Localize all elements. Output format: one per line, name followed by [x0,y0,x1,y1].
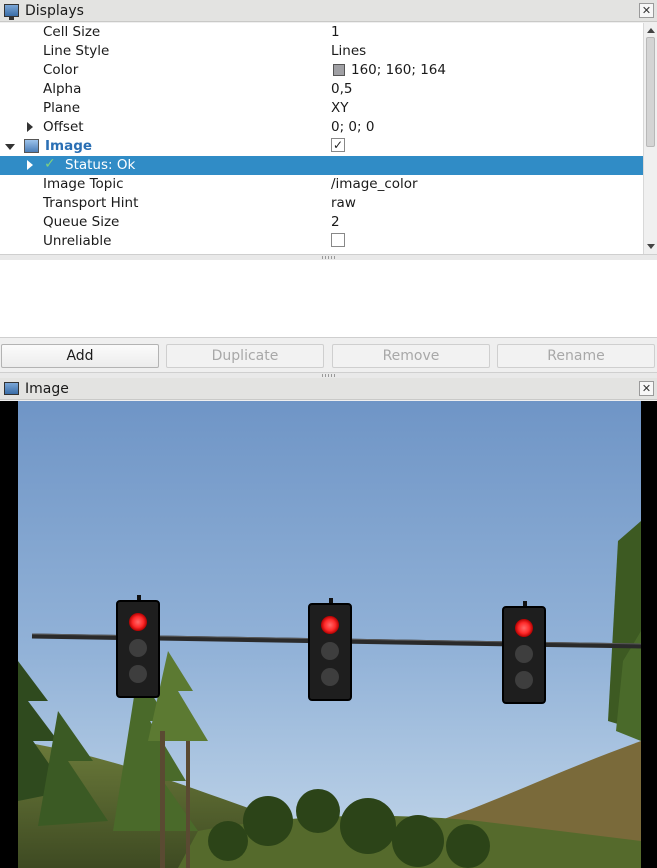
property-row-cell-size[interactable]: Cell Size 1 [0,23,643,42]
traffic-light [502,601,546,704]
scroll-up-icon[interactable] [647,28,655,33]
image-view[interactable] [0,401,657,868]
property-label: Offset [43,119,84,135]
property-label: Unreliable [43,233,112,249]
enabled-checkbox[interactable]: ✓ [331,138,345,152]
property-row-color[interactable]: Color 160; 160; 164 [0,61,643,80]
property-label: Color [43,62,79,78]
image-panel-header: Image ✕ [0,378,657,400]
close-icon[interactable]: ✕ [639,381,654,396]
status-label: Status: Ok [65,157,136,173]
grip-icon [322,374,336,377]
add-button[interactable]: Add [1,344,159,368]
remove-button[interactable]: Remove [332,344,490,368]
color-value-text: 160; 160; 164 [351,62,446,78]
property-row-queue-size[interactable]: Queue Size 2 [0,213,643,232]
property-label: Queue Size [43,214,120,230]
property-row-offset[interactable]: Offset 0; 0; 0 [0,118,643,137]
property-value[interactable]: 0,5 [331,81,352,97]
red-light [321,616,339,634]
collapse-arrow-icon[interactable] [5,144,15,150]
property-label: Transport Hint [43,195,139,211]
green-light [321,668,339,686]
duplicate-button[interactable]: Duplicate [166,344,324,368]
tree-trunk [160,731,165,868]
displays-panel-title: Displays [25,2,84,19]
image-icon [24,139,39,153]
property-row-image-topic[interactable]: Image Topic /image_color [0,175,643,194]
scroll-thumb[interactable] [646,37,655,147]
unreliable-value [331,233,345,247]
property-value[interactable]: raw [331,195,356,211]
amber-light [515,645,533,663]
property-value[interactable]: 0; 0; 0 [331,119,374,135]
property-label: Plane [43,100,81,116]
display-label: Image [45,138,93,154]
expand-arrow-icon[interactable] [27,160,33,170]
color-swatch[interactable] [333,64,345,76]
image-panel-title: Image [25,380,69,397]
property-value[interactable]: 1 [331,24,340,40]
property-value[interactable]: /image_color [331,176,418,192]
property-label: Image Topic [43,176,124,192]
property-row-transport-hint[interactable]: Transport Hint raw [0,194,643,213]
property-label: Line Style [43,43,110,59]
grip-icon [322,256,336,259]
property-value[interactable]: XY [331,100,349,116]
image-icon [4,382,19,395]
vertical-scrollbar[interactable] [643,23,657,254]
amber-light [129,639,147,657]
amber-light [321,642,339,660]
property-value[interactable]: 2 [331,214,340,230]
monitor-icon [4,4,19,20]
rename-button[interactable]: Rename [497,344,655,368]
displays-panel-header: Displays ✕ [0,0,657,22]
scroll-down-icon[interactable] [647,244,655,249]
expand-arrow-icon[interactable] [27,122,33,132]
button-bar: Add Duplicate Remove Rename [0,339,657,372]
status-row[interactable]: ✓ Status: Ok [0,156,643,175]
tree-trunk [186,741,190,868]
green-light [515,671,533,689]
camera-image [18,401,641,868]
red-light [129,613,147,631]
property-row-line-style[interactable]: Line Style Lines [0,42,643,61]
property-row-alpha[interactable]: Alpha 0,5 [0,80,643,99]
green-light [129,665,147,683]
close-icon[interactable]: ✕ [639,3,654,18]
property-value[interactable]: Lines [331,43,366,59]
color-value[interactable]: 160; 160; 164 [331,62,446,78]
property-row-unreliable[interactable]: Unreliable [0,232,643,251]
red-light [515,619,533,637]
display-item-image[interactable]: Image ✓ [0,137,643,156]
property-row-plane[interactable]: Plane XY [0,99,643,118]
traffic-light [308,598,352,701]
unreliable-checkbox[interactable] [331,233,345,247]
property-label: Cell Size [43,24,101,40]
traffic-light [116,595,160,698]
display-enabled: ✓ [331,138,345,152]
checkmark-icon: ✓ [44,156,56,172]
property-label: Alpha [43,81,82,97]
displays-tree: Cell Size 1 Line Style Lines Color 160; … [0,23,643,254]
description-area [0,260,657,338]
